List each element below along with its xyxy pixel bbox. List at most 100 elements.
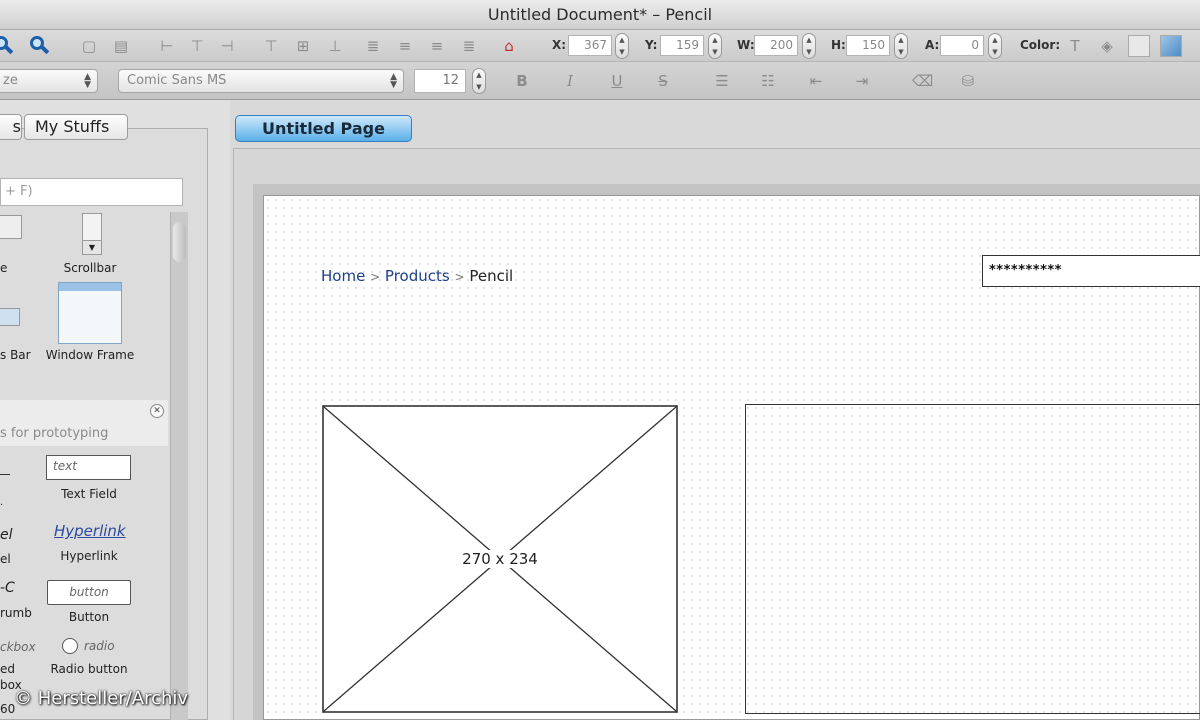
group-icon[interactable]: ▢ xyxy=(80,37,98,55)
tab-my-stuffs[interactable]: My Stuffs xyxy=(24,114,128,140)
select-arrows-icon: ▲ ▼ xyxy=(84,72,91,90)
scrollbar-shape-preview[interactable]: ▼ xyxy=(82,213,102,255)
checkbox-shape-preview[interactable]: ckbox xyxy=(0,640,36,654)
y-label: Y: xyxy=(645,38,658,52)
align-top-icon[interactable]: ⊤ xyxy=(262,37,280,55)
zoom-out-icon[interactable] xyxy=(28,35,50,57)
text-field-shape-preview[interactable]: text xyxy=(46,455,131,480)
label-shape-label: el xyxy=(0,552,11,566)
indent-icon[interactable]: ⇥ xyxy=(852,72,872,92)
shape-label-cut: e xyxy=(0,261,8,275)
tab-collections[interactable]: s xyxy=(0,114,22,140)
x-input[interactable]: 367 xyxy=(568,35,612,56)
font-size-input[interactable]: 12 xyxy=(414,69,466,93)
breadcrumb-current: Pencil xyxy=(469,267,514,285)
shape-search-input[interactable]: + F) xyxy=(0,178,183,206)
numbered-list-icon[interactable]: ☷ xyxy=(758,72,778,92)
breadcrumb-separator: > xyxy=(370,270,381,284)
w-label: W: xyxy=(737,38,755,52)
font-size-stepper[interactable]: ▲ ▼ xyxy=(472,68,486,94)
rectangle-shape[interactable] xyxy=(745,404,1200,714)
panel-scrollbar-thumb[interactable] xyxy=(173,222,186,262)
stroke-color-swatch[interactable] xyxy=(1128,35,1150,57)
format-toolbar: ze ▲ ▼ Comic Sans MS ▲ ▼ 12 ▲ ▼ B I U S ☰ ☷… xyxy=(0,62,1200,100)
zoom-in-icon[interactable] xyxy=(0,35,14,57)
copyright-watermark: © Hersteller/Archiv xyxy=(14,688,189,709)
window-frame-titlebar xyxy=(59,283,121,291)
bring-forward-icon[interactable]: ≡ xyxy=(396,37,414,55)
close-icon[interactable]: ✕ xyxy=(150,404,164,418)
scrollbar-shape-label: Scrollbar xyxy=(63,261,117,275)
window-frame-shape-label: Window Frame xyxy=(45,348,135,362)
h-stepper[interactable]: ▲ ▼ xyxy=(894,33,908,59)
underline-button[interactable]: U xyxy=(607,72,627,92)
bullet-list-icon[interactable]: ☰ xyxy=(712,72,732,92)
window-frame-shape-preview[interactable] xyxy=(58,282,122,344)
tab-untitled-page[interactable]: Untitled Page xyxy=(235,115,412,142)
shape-preview-cut[interactable] xyxy=(0,215,22,239)
chevron-down-icon: ▼ xyxy=(83,240,101,254)
text-color-icon[interactable]: T xyxy=(1066,37,1084,55)
a-input[interactable]: 0 xyxy=(940,35,984,56)
outdent-icon[interactable]: ⇤ xyxy=(806,72,826,92)
size-select[interactable]: ze ▲ ▼ xyxy=(0,69,98,93)
breadcrumb-separator: > xyxy=(454,270,465,284)
send-backward-icon[interactable]: ≡ xyxy=(428,37,446,55)
h-input[interactable]: 150 xyxy=(846,35,890,56)
delete-icon[interactable]: ⌂ xyxy=(500,37,518,55)
a-stepper[interactable]: ▲ ▼ xyxy=(988,33,1002,59)
italic-button[interactable]: I xyxy=(560,72,580,92)
strikethrough-button[interactable]: S xyxy=(653,72,673,92)
y-input[interactable]: 159 xyxy=(660,35,704,56)
shadow-color-swatch[interactable] xyxy=(1160,35,1182,57)
status-bar-shape-preview[interactable] xyxy=(0,308,20,326)
hyperlink-shape-label: Hyperlink xyxy=(60,549,118,563)
w-stepper[interactable]: ▲ ▼ xyxy=(802,33,816,59)
radio-button-shape-label: Radio button xyxy=(50,662,128,676)
label-shape-preview[interactable]: el xyxy=(0,527,13,543)
x-stepper[interactable]: ▲ ▼ xyxy=(615,33,629,59)
eraser-icon[interactable]: ⌫ xyxy=(912,72,933,92)
size-select-value: ze xyxy=(3,73,18,88)
breadcrumb-home[interactable]: Home xyxy=(321,267,365,285)
h-label: H: xyxy=(831,38,846,52)
button-shape-preview[interactable]: button xyxy=(47,580,131,605)
status-bar-shape-label: s Bar xyxy=(0,348,31,362)
prototyping-section-title: s for prototyping xyxy=(0,426,109,441)
hyperlink-shape-preview[interactable]: Hyperlink xyxy=(54,522,126,540)
align-center-icon[interactable]: ⊤ xyxy=(188,37,206,55)
shape-label-cut: · xyxy=(0,500,4,511)
window-title: Untitled Document* – Pencil xyxy=(0,0,1200,30)
text-field-shape-label: Text Field xyxy=(61,487,117,501)
align-left-icon[interactable]: ⊢ xyxy=(158,37,176,55)
radio-circle-icon[interactable] xyxy=(62,638,78,654)
align-bottom-icon[interactable]: ⊥ xyxy=(326,37,344,55)
breadcrumb-products[interactable]: Products xyxy=(385,267,450,285)
align-middle-icon[interactable]: ⊞ xyxy=(294,37,312,55)
x-label: X: xyxy=(552,38,567,52)
combo-shape-label-c: 60 xyxy=(0,702,16,716)
password-field-shape[interactable]: ********** xyxy=(982,255,1200,287)
y-stepper[interactable]: ▲ ▼ xyxy=(708,33,722,59)
breadcrumb[interactable]: Home > Products > Pencil xyxy=(321,267,513,285)
button-shape-label: Button xyxy=(68,610,110,624)
combo-shape-label-a: ed xyxy=(0,662,15,676)
fill-color-icon[interactable]: ◈ xyxy=(1098,37,1116,55)
breadcrumb-shape-label: rumb xyxy=(0,606,32,620)
radio-shape-preview[interactable]: radio xyxy=(84,639,115,653)
font-select-value: Comic Sans MS xyxy=(127,73,227,88)
send-back-icon[interactable]: ≣ xyxy=(460,37,478,55)
geometry-toolbar: ▢ ▤ ⊢ ⊤ ⊣ ⊤ ⊞ ⊥ ≣ ≡ ≡ ≣ ⌂ X: 367 ▲ ▼ Y: 1… xyxy=(0,30,1200,62)
font-select[interactable]: Comic Sans MS ▲ ▼ xyxy=(118,69,404,93)
panel-scrollbar[interactable] xyxy=(170,212,188,720)
ungroup-icon[interactable]: ▤ xyxy=(112,37,130,55)
select-arrows-icon: ▲ ▼ xyxy=(390,72,397,90)
align-right-icon[interactable]: ⊣ xyxy=(218,37,236,55)
breadcrumb-shape-preview[interactable]: -C xyxy=(0,580,15,596)
bold-button[interactable]: B xyxy=(512,72,532,92)
paint-bucket-icon[interactable]: ⛁ xyxy=(958,72,978,92)
bring-front-icon[interactable]: ≣ xyxy=(364,37,382,55)
a-label: A: xyxy=(925,38,940,52)
shape-preview-cut[interactable] xyxy=(0,474,10,475)
w-input[interactable]: 200 xyxy=(754,35,798,56)
